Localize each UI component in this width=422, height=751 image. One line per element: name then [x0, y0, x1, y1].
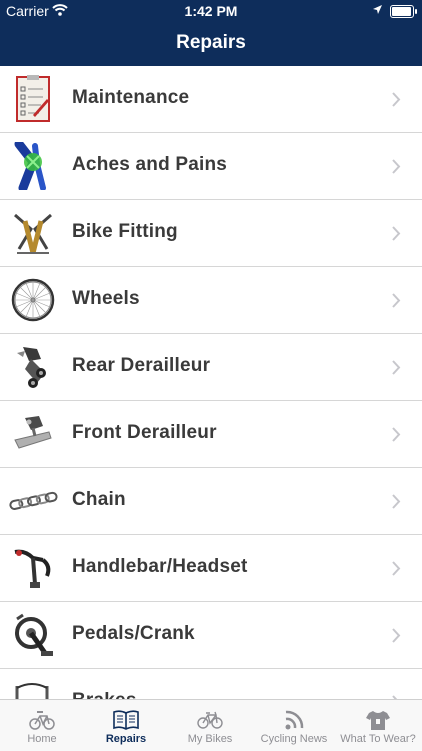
list-item-brakes[interactable]: Brakes	[0, 669, 422, 699]
tab-label: Repairs	[105, 733, 147, 745]
list-item-maintenance[interactable]: Maintenance	[0, 66, 422, 133]
tab-label: What To Wear?	[340, 733, 416, 745]
checklist-icon	[16, 75, 50, 122]
chain-icon	[9, 491, 58, 510]
tab-label: My Bikes	[187, 733, 233, 745]
list-item-label: Brakes	[72, 690, 137, 699]
knee-icon	[14, 142, 46, 190]
chevron-right-icon	[392, 628, 401, 643]
status-time: 1:42 PM	[184, 3, 238, 19]
list-item-label: Front Derailleur	[72, 422, 217, 443]
tab-label: Cycling News	[260, 733, 328, 745]
bike-fitting-icon	[14, 213, 52, 254]
chevron-right-icon	[392, 159, 401, 174]
tab-repairs[interactable]: Repairs	[84, 700, 168, 751]
bicycle-icon	[197, 711, 223, 729]
list-item-front-derailleur[interactable]: Front Derailleur	[0, 401, 422, 468]
tab-cycling-news[interactable]: Cycling News	[252, 700, 336, 751]
rss-icon	[285, 710, 304, 730]
list-item-chain[interactable]: Chain	[0, 468, 422, 535]
chevron-right-icon	[392, 360, 401, 375]
list-item-label: Chain	[72, 489, 126, 510]
list-item-bike-fitting[interactable]: Bike Fitting	[0, 200, 422, 267]
book-icon	[113, 710, 139, 730]
status-bar: Carrier 1:42 PM	[0, 0, 422, 22]
chevron-right-icon	[392, 561, 401, 576]
shirt-icon	[366, 711, 390, 730]
list-item-aches-and-pains[interactable]: Aches and Pains	[0, 133, 422, 200]
list-item-wheels[interactable]: Wheels	[0, 267, 422, 334]
chevron-right-icon	[392, 92, 401, 107]
tab-home[interactable]: Home	[0, 700, 84, 751]
tab-bar: Home Repairs My Bikes Cycling News What …	[0, 699, 422, 751]
list-item-label: Maintenance	[72, 87, 190, 108]
list-item-label: Bike Fitting	[72, 221, 178, 242]
list-item-pedals-crank[interactable]: Pedals/Crank	[0, 602, 422, 669]
tab-my-bikes[interactable]: My Bikes	[168, 700, 252, 751]
page-title: Repairs	[176, 32, 246, 53]
list-item-rear-derailleur[interactable]: Rear Derailleur	[0, 334, 422, 401]
handlebar-icon	[14, 549, 51, 588]
rear-derailleur-icon	[17, 347, 46, 388]
location-arrow-icon	[373, 5, 382, 14]
chevron-right-icon	[392, 427, 401, 442]
list-item-label: Wheels	[72, 288, 140, 309]
nav-header: Carrier 1:42 PM Repairs	[0, 0, 422, 66]
chevron-right-icon	[392, 494, 401, 509]
repairs-list: Maintenance Aches and Pains Bike Fitting	[0, 66, 422, 699]
list-item-label: Rear Derailleur	[72, 355, 211, 376]
wheel-icon	[11, 278, 55, 322]
battery-icon	[390, 5, 417, 18]
brake-icon	[15, 683, 49, 699]
chevron-right-icon	[392, 293, 401, 308]
list-item-handlebar-headset[interactable]: Handlebar/Headset	[0, 535, 422, 602]
tab-what-to-wear[interactable]: What To Wear?	[336, 700, 420, 751]
front-derailleur-icon	[14, 416, 52, 449]
bike-logo-icon	[29, 711, 55, 730]
list-item-label: Handlebar/Headset	[72, 556, 248, 577]
crankset-icon	[15, 613, 53, 656]
list-item-label: Pedals/Crank	[72, 623, 195, 644]
list-item-label: Aches and Pains	[72, 154, 228, 175]
tab-label: Home	[27, 733, 57, 745]
chevron-right-icon	[392, 226, 401, 241]
